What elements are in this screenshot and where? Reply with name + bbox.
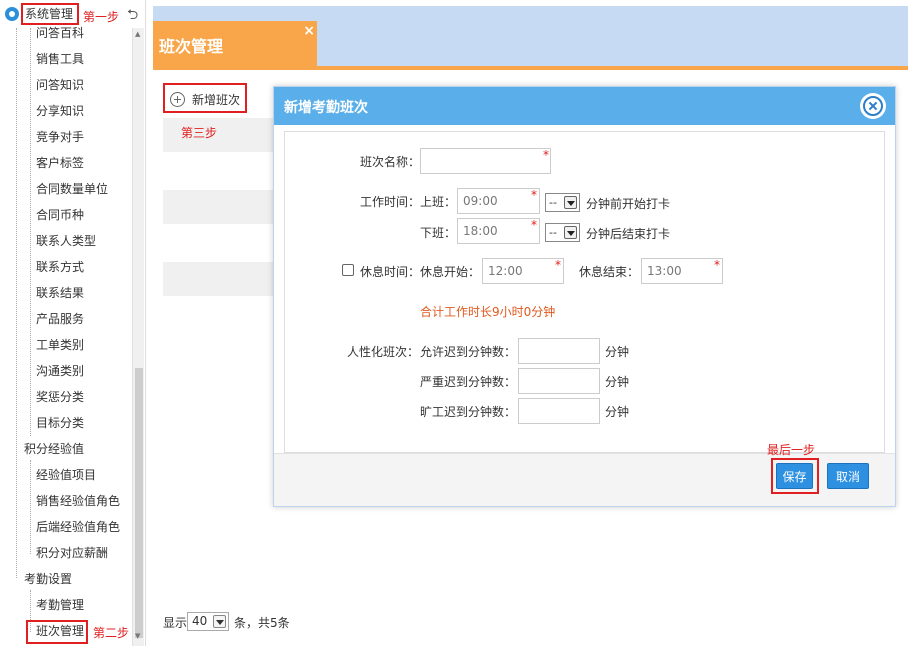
serious-late-label: 严重迟到分钟数： bbox=[420, 375, 517, 389]
off-duty-time-input[interactable]: 18:00 bbox=[457, 218, 540, 244]
rest-time-checkbox[interactable] bbox=[342, 264, 354, 276]
sidebar-item-backend-exp-role[interactable]: 后端经验值角色 bbox=[36, 514, 120, 540]
step2-highlight bbox=[26, 620, 88, 644]
shift-name-label: 班次名称： bbox=[360, 155, 421, 169]
sidebar-item-qa-knowledge[interactable]: 问答知识 bbox=[36, 72, 84, 98]
chevron-down-icon[interactable] bbox=[213, 615, 226, 628]
rest-end-input[interactable]: 13:00 bbox=[641, 258, 723, 284]
table-row bbox=[163, 190, 273, 224]
rest-start-label: 休息开始： bbox=[420, 265, 481, 279]
sidebar-item-products[interactable]: 产品服务 bbox=[36, 306, 84, 332]
on-duty-minutes-select[interactable]: -- bbox=[545, 193, 580, 212]
total-work-duration: 合计工作时长9小时0分钟 bbox=[420, 305, 556, 319]
sidebar-item-sales-tools[interactable]: 销售工具 bbox=[36, 46, 84, 72]
scroll-up-icon[interactable]: ▲ bbox=[135, 30, 140, 38]
scrollbar-thumb[interactable] bbox=[135, 368, 143, 638]
scroll-down-icon[interactable]: ▼ bbox=[135, 632, 140, 640]
tab-shift-management[interactable]: 班次管理 × bbox=[153, 21, 317, 67]
close-icon bbox=[863, 96, 883, 116]
absent-unit: 分钟 bbox=[605, 405, 630, 419]
sidebar-item-contract-currency[interactable]: 合同币种 bbox=[36, 202, 84, 228]
sidebar-item-attendance-settings[interactable]: 考勤设置 bbox=[24, 566, 72, 592]
sidebar-item-reward-category[interactable]: 奖惩分类 bbox=[36, 384, 84, 410]
work-time-label: 工作时间： bbox=[360, 195, 421, 209]
required-mark: * bbox=[543, 148, 549, 162]
late-allow-input[interactable] bbox=[518, 338, 600, 364]
app-root: 系统管理 ⮌ 第一步 问答百科 销售工具 问答知识 分享知识 竞争对手 客户标签… bbox=[0, 0, 908, 646]
humane-shift-label: 人性化班次： bbox=[347, 345, 420, 359]
sidebar-item-contact-method[interactable]: 联系方式 bbox=[36, 254, 84, 280]
tree-line bbox=[30, 28, 31, 436]
cancel-button[interactable]: 取消 bbox=[827, 463, 869, 489]
sidebar-item-points-salary[interactable]: 积分对应薪酬 bbox=[36, 540, 108, 566]
tab-label: 班次管理 bbox=[159, 37, 224, 56]
late-allow-label: 允许迟到分钟数： bbox=[420, 345, 517, 359]
sidebar-item-points[interactable]: 积分经验值 bbox=[24, 436, 84, 462]
step-last-label: 最后一步 bbox=[767, 443, 816, 457]
rest-start-input[interactable]: 12:00 bbox=[482, 258, 564, 284]
gear-icon bbox=[5, 7, 19, 21]
table-row bbox=[163, 118, 273, 152]
rest-end-label: 休息结束： bbox=[579, 265, 640, 279]
absent-label: 旷工迟到分钟数： bbox=[420, 405, 517, 419]
step1-label: 第一步 bbox=[83, 10, 120, 24]
late-allow-unit: 分钟 bbox=[605, 345, 630, 359]
tree-line bbox=[30, 460, 31, 554]
sidebar-item-contact-result[interactable]: 联系结果 bbox=[36, 280, 84, 306]
step3-highlight bbox=[163, 83, 247, 113]
sidebar-item-sales-exp-role[interactable]: 销售经验值角色 bbox=[36, 488, 120, 514]
sidebar-item-exp-items[interactable]: 经验值项目 bbox=[36, 462, 96, 488]
off-duty-select-value: -- bbox=[549, 226, 557, 239]
pager-suffix: 条，共5条 bbox=[234, 616, 290, 630]
tree-line bbox=[16, 28, 17, 578]
step-last-highlight bbox=[771, 458, 819, 494]
sidebar-item-customer-tags[interactable]: 客户标签 bbox=[36, 150, 84, 176]
dialog-body: 班次名称： * 工作时间： 上班： 09:00 * -- 分钟前开始打卡 下班：… bbox=[284, 131, 885, 453]
on-duty-select-value: -- bbox=[549, 196, 557, 209]
sidebar-item-competitors[interactable]: 竞争对手 bbox=[36, 124, 84, 150]
undo-icon[interactable]: ⮌ bbox=[127, 4, 138, 28]
sidebar-scrollbar[interactable]: ▲ ▼ bbox=[132, 28, 144, 646]
sidebar: 系统管理 ⮌ 第一步 问答百科 销售工具 问答知识 分享知识 竞争对手 客户标签… bbox=[0, 0, 146, 646]
off-duty-minutes-select[interactable]: -- bbox=[545, 223, 580, 242]
rest-time-label: 休息时间： bbox=[360, 265, 421, 279]
absent-input[interactable] bbox=[518, 398, 600, 424]
sidebar-item-communication-category[interactable]: 沟通类别 bbox=[36, 358, 84, 384]
serious-late-input[interactable] bbox=[518, 368, 600, 394]
pager-prefix: 显示 bbox=[163, 616, 188, 630]
dialog-header: 新增考勤班次 bbox=[274, 87, 895, 125]
required-mark: * bbox=[555, 258, 561, 272]
page-size-value: 40 bbox=[192, 614, 208, 628]
sidebar-item-share-knowledge[interactable]: 分享知识 bbox=[36, 98, 84, 124]
dialog-title: 新增考勤班次 bbox=[284, 100, 368, 116]
on-duty-label: 上班： bbox=[420, 195, 457, 209]
sidebar-item-contract-unit[interactable]: 合同数量单位 bbox=[36, 176, 108, 202]
chevron-down-icon[interactable] bbox=[564, 196, 577, 209]
required-mark: * bbox=[531, 218, 537, 232]
required-mark: * bbox=[531, 188, 537, 202]
sidebar-item-qa-wiki[interactable]: 问答百科 bbox=[36, 20, 84, 46]
chevron-down-icon[interactable] bbox=[564, 226, 577, 239]
close-icon[interactable]: × bbox=[303, 23, 315, 39]
sidebar-item-goal-category[interactable]: 目标分类 bbox=[36, 410, 84, 436]
dialog-close-button[interactable] bbox=[860, 93, 886, 119]
serious-late-unit: 分钟 bbox=[605, 375, 630, 389]
sidebar-item-ticket-category[interactable]: 工单类别 bbox=[36, 332, 84, 358]
shift-name-input[interactable] bbox=[420, 148, 551, 174]
sidebar-item-contact-type[interactable]: 联系人类型 bbox=[36, 228, 96, 254]
on-duty-hint: 分钟前开始打卡 bbox=[586, 197, 671, 211]
top-bar-edge bbox=[153, 0, 908, 6]
off-duty-hint: 分钟后结束打卡 bbox=[586, 227, 671, 241]
step3-label: 第三步 bbox=[181, 126, 218, 140]
sidebar-item-attendance-management[interactable]: 考勤管理 bbox=[36, 592, 84, 618]
page-size-select[interactable]: 40 bbox=[187, 612, 229, 631]
required-mark: * bbox=[714, 258, 720, 272]
step2-label: 第二步 bbox=[93, 626, 130, 640]
off-duty-label: 下班： bbox=[420, 226, 457, 240]
on-duty-time-input[interactable]: 09:00 bbox=[457, 188, 540, 214]
table-row bbox=[163, 262, 273, 296]
